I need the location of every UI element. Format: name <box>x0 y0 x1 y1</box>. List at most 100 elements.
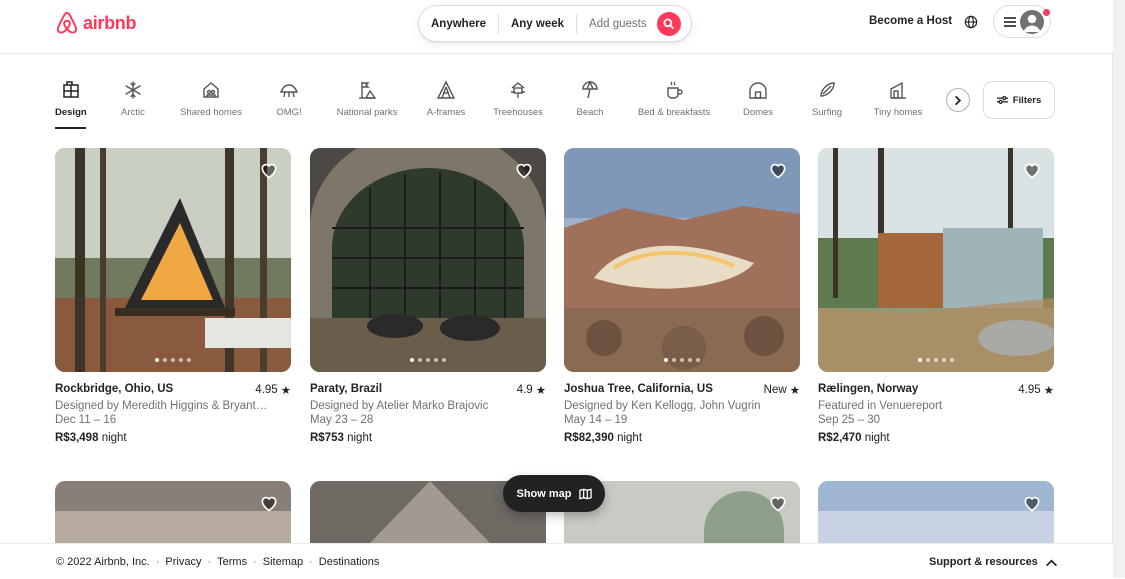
price-amount: R$753 <box>310 432 344 444</box>
category-tiny-homes[interactable]: Tiny homes <box>872 80 924 118</box>
user-silhouette-icon <box>1023 14 1041 32</box>
snowflake-icon <box>125 81 141 99</box>
listing-card[interactable]: Joshua Tree, California, US New ★ Designe… <box>564 148 800 444</box>
page-scrollbar[interactable] <box>1112 0 1125 578</box>
listing-dates: Dec 11 – 16 <box>55 414 117 426</box>
star-icon: ★ <box>1043 385 1054 397</box>
star-icon: ★ <box>280 385 291 397</box>
photo-dots <box>55 358 291 362</box>
become-host-link[interactable]: Become a Host <box>869 15 952 27</box>
category-domes[interactable]: Domes <box>741 80 775 118</box>
category-label: Treehouses <box>493 107 543 118</box>
search-location[interactable]: Anywhere <box>419 18 498 30</box>
categories-next-button[interactable] <box>946 88 970 112</box>
surfboard-icon <box>820 82 835 97</box>
heart-icon[interactable] <box>259 493 279 513</box>
listing-subtitle: Designed by Atelier Marko Brajovic <box>310 400 489 412</box>
listing-photo[interactable] <box>818 148 1054 372</box>
separator-dot: · <box>207 556 212 568</box>
footer-link-privacy[interactable]: Privacy <box>165 556 201 568</box>
listing-photo[interactable] <box>310 148 546 372</box>
rating-value: New <box>763 384 787 396</box>
listing-card[interactable]: Paraty, Brazil 4.9 ★ Designed by Atelier … <box>310 148 546 444</box>
heart-icon[interactable] <box>768 493 788 513</box>
category-arctic[interactable]: Arctic <box>112 80 154 118</box>
design-icon <box>62 81 79 98</box>
listing-price: R$82,390 night <box>564 432 800 444</box>
search-week[interactable]: Any week <box>499 18 576 30</box>
listing-title: Rockbridge, Ohio, US <box>55 383 174 395</box>
search-guests[interactable]: Add guests <box>577 18 655 30</box>
listing-card-partial[interactable] <box>818 481 1054 543</box>
price-amount: R$82,390 <box>564 432 614 444</box>
category-design[interactable]: Design <box>55 80 87 118</box>
category-omg[interactable]: OMG! <box>274 80 304 118</box>
listing-photo-image <box>564 148 800 372</box>
a-frame-icon <box>436 80 456 99</box>
footer-link-terms[interactable]: Terms <box>217 556 247 568</box>
category-bed-breakfasts[interactable]: Bed & breakfasts <box>636 80 712 118</box>
separator-dot: · <box>309 556 313 568</box>
price-unit: night <box>101 432 127 444</box>
tiny-home-icon <box>890 81 906 99</box>
listing-photo[interactable] <box>564 148 800 372</box>
listing-dates: Sep 25 – 30 <box>818 414 881 426</box>
star-icon: ★ <box>535 385 546 397</box>
heart-icon[interactable] <box>259 160 279 180</box>
heart-icon[interactable] <box>768 160 788 180</box>
listing-photo[interactable] <box>55 148 291 372</box>
separator-dot: · <box>155 556 160 568</box>
omg-icon <box>279 84 299 98</box>
listing-rating: 4.9 ★ <box>517 383 546 397</box>
category-label: Tiny homes <box>873 107 923 118</box>
notification-dot <box>1042 8 1051 17</box>
category-beach[interactable]: Beach <box>574 80 606 118</box>
listing-subtitle: Featured in Venuereport <box>818 400 943 412</box>
filter-sliders-icon <box>996 96 1008 104</box>
category-label: National parks <box>336 107 398 118</box>
search-button[interactable] <box>656 11 681 36</box>
listing-rating: 4.95 ★ <box>1018 383 1054 397</box>
dome-icon <box>749 82 767 99</box>
chevron-right-icon <box>955 95 962 105</box>
show-map-button[interactable]: Show map <box>503 475 605 512</box>
airbnb-logo[interactable]: airbnb <box>55 10 137 36</box>
price-unit: night <box>617 432 643 444</box>
listing-title: Rælingen, Norway <box>818 383 919 395</box>
coffee-cup-icon <box>667 81 683 99</box>
footer: © 2022 Airbnb, Inc. · Privacy · Terms · … <box>0 543 1113 579</box>
price-unit: night <box>864 432 890 444</box>
footer-link-sitemap[interactable]: Sitemap <box>263 556 303 568</box>
footer-link-destinations[interactable]: Destinations <box>319 556 380 568</box>
category-shared-homes[interactable]: Shared homes <box>178 80 244 118</box>
category-national-parks[interactable]: National parks <box>333 80 401 118</box>
listing-photo-image <box>310 148 546 372</box>
listing-subtitle: Designed by Ken Kellogg, John Vugrin <box>564 400 761 412</box>
category-treehouses[interactable]: Treehouses <box>490 80 546 118</box>
heart-icon[interactable] <box>514 160 534 180</box>
national-park-icon <box>359 82 377 99</box>
listing-dates: May 14 – 19 <box>564 414 628 426</box>
globe-icon[interactable] <box>964 15 978 29</box>
heart-icon[interactable] <box>1022 160 1042 180</box>
support-label: Support & resources <box>929 556 1038 568</box>
chevron-up-icon <box>1046 559 1057 566</box>
category-surfing[interactable]: Surfing <box>809 80 845 118</box>
photo-dots <box>564 358 800 362</box>
listing-card[interactable]: Rælingen, Norway 4.95 ★ Featured in Venue… <box>818 148 1054 444</box>
heart-icon[interactable] <box>1022 493 1042 513</box>
listing-photo-image <box>818 148 1054 372</box>
price-amount: R$3,498 <box>55 432 99 444</box>
category-label: Design <box>55 107 87 118</box>
filters-button[interactable]: Filters <box>983 81 1055 119</box>
top-header: airbnb Anywhere Any week Add guests Beco… <box>0 0 1113 54</box>
category-a-frames[interactable]: A-frames <box>423 80 469 118</box>
separator-dot: · <box>253 556 257 568</box>
listing-card[interactable]: Rockbridge, Ohio, US 4.95 ★ Designed by M… <box>55 148 291 444</box>
listing-card-partial[interactable] <box>55 481 291 543</box>
support-resources-button[interactable]: Support & resources <box>929 556 1057 568</box>
search-bar[interactable]: Anywhere Any week Add guests <box>418 5 692 42</box>
listing-price: R$2,470 night <box>818 432 1054 444</box>
photo-dots <box>310 358 546 362</box>
shared-home-icon <box>203 82 219 98</box>
